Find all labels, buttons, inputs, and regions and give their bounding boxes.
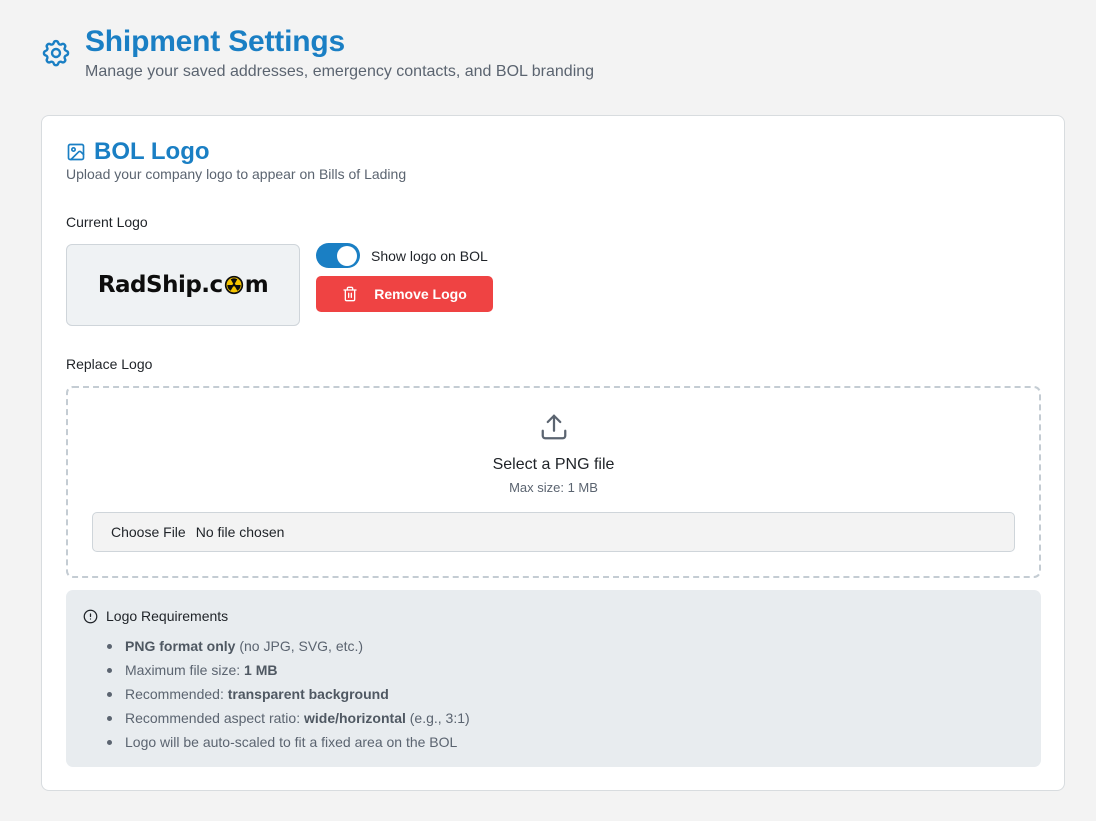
list-item: Recommended aspect ratio: wide/horizonta… [107,706,470,730]
list-item: Maximum file size: 1 MB [107,658,470,682]
page-subtitle: Manage your saved addresses, emergency c… [85,63,595,80]
image-icon [67,143,85,161]
requirements-header: Logo Requirements [83,608,228,624]
current-logo-label: Current Logo [66,214,148,230]
section-description: Upload your company logo to appear on Bi… [66,166,407,182]
logo-text-left: RadShip.c [97,272,223,298]
logo-text-right: m [244,272,269,298]
replace-logo-label: Replace Logo [66,356,153,372]
remove-logo-button[interactable]: Remove Logo [316,276,493,312]
file-input[interactable]: Choose File No file chosen [92,512,1015,552]
file-status: No file chosen [195,524,285,540]
section-header: BOL Logo [66,138,210,166]
toggle-knob [337,245,357,266]
info-circle-icon [83,609,98,623]
page-header: Shipment Settings Manage your saved addr… [40,24,594,82]
show-logo-toggle[interactable] [316,243,360,268]
requirements-list: PNG format only (no JPG, SVG, etc.) Maxi… [107,634,470,754]
list-item: PNG format only (no JPG, SVG, etc.) [107,634,470,658]
list-item: Logo will be auto-scaled to fit a fixed … [107,730,470,754]
requirements-title: Logo Requirements [106,608,229,624]
logo-requirements: Logo Requirements PNG format only (no JP… [66,590,1041,767]
page-title: Shipment Settings [85,25,345,58]
current-logo-preview: RadShip.c m [66,244,300,326]
bol-logo-card: BOL Logo Upload your company logo to app… [41,115,1065,791]
dropzone-subtitle: Max size: 1 MB [509,480,598,495]
file-dropzone[interactable]: Select a PNG file Max size: 1 MB Choose … [66,386,1041,578]
choose-file-button[interactable]: Choose File [111,524,186,540]
company-logo: RadShip.c m [97,272,269,298]
show-logo-label: Show logo on BOL [371,247,488,264]
show-logo-toggle-row: Show logo on BOL [316,243,488,268]
gear-icon [42,39,70,67]
trash-icon [343,286,357,302]
radiation-icon [224,275,243,295]
dropzone-title: Select a PNG file [492,456,615,473]
list-item: Recommended: transparent background [107,682,470,706]
upload-icon [541,414,567,440]
section-title: BOL Logo [94,138,210,165]
remove-logo-label: Remove Logo [374,286,467,302]
